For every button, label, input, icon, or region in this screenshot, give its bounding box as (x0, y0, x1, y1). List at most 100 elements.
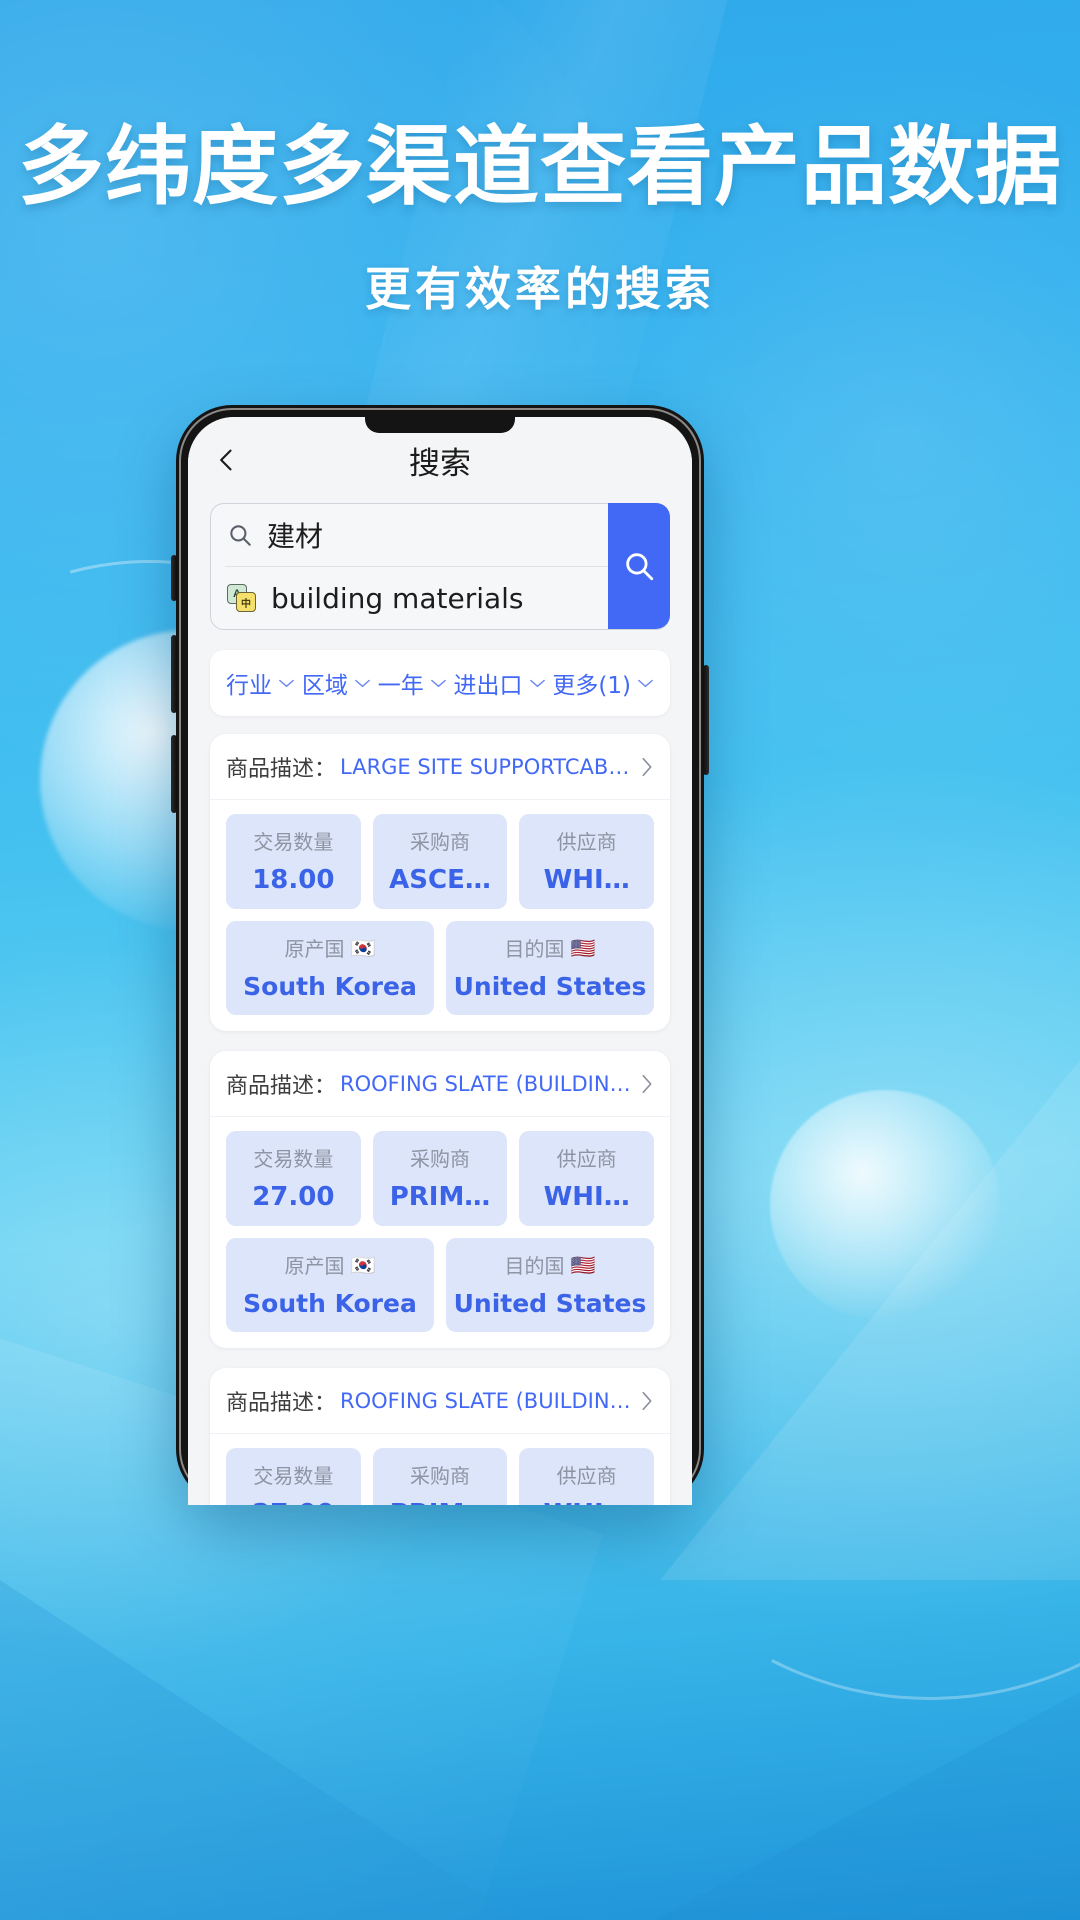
filter-bar: 行业 区域 一年 进出口 更多(1) (210, 650, 670, 716)
search-icon (626, 553, 654, 581)
search-suggestion-row[interactable]: A 中 building materials (211, 567, 669, 629)
back-button[interactable] (210, 443, 244, 477)
data-tile-label: 采购商 (379, 1460, 502, 1489)
data-tile: 采购商 PRIM… (372, 1448, 508, 1505)
data-tile-value: WHI… (543, 1182, 630, 1212)
data-tile: 采购商 PRIM… (372, 1131, 508, 1226)
data-tile-value: PRIM… (379, 1499, 502, 1505)
data-tile-label-text: 交易数量 (253, 1464, 334, 1488)
translate-icon: A 中 (227, 584, 257, 612)
phone-mockup: 搜索 建材 A 中 building material (171, 405, 709, 1505)
search-submit-button[interactable] (608, 503, 670, 629)
chevron-down-icon (529, 679, 545, 688)
hero-section: 多纬度多渠道查看产品数据 更有效率的搜索 (0, 120, 1080, 319)
filter-label: 一年 (377, 673, 424, 699)
data-tile-value: WHI… (543, 865, 630, 895)
result-card-tiles: 交易数量 18.00 采购商 ASCE… 供应商 WHI… 原产国 🇰🇷 South Kore… (210, 800, 670, 1031)
data-tile-label-text: 采购商 (410, 1147, 470, 1171)
metrics-row: 交易数量 27.00 采购商 PRIM… 供应商 WHI… (226, 1448, 655, 1505)
data-tile-value: PRIM… (389, 1182, 491, 1212)
data-tile: 原产国 🇰🇷 South Korea (226, 921, 434, 1015)
data-tile-value: South Korea (243, 972, 417, 1001)
data-tile-value: ASCE… (389, 865, 491, 895)
data-tile-label-text: 交易数量 (253, 830, 334, 854)
data-tile-value: United States (453, 972, 647, 1001)
data-tile-label: 交易数量 (232, 1460, 355, 1489)
data-tile-value: 18.00 (252, 865, 335, 895)
data-tile-label-text: 交易数量 (253, 1147, 334, 1171)
filter-item-4[interactable]: 更多(1) (552, 666, 654, 700)
data-tile-value: 27.00 (232, 1499, 355, 1505)
data-tile: 采购商 ASCE… (372, 814, 508, 909)
chevron-right-icon[interactable] (640, 1073, 654, 1095)
filter-label: 行业 (226, 673, 272, 699)
result-card-header[interactable]: 商品描述： ROOFING SLATE (BUILDING MATERIALS) (210, 1368, 670, 1434)
product-desc-label: 商品描述： (226, 756, 337, 782)
chevron-right-icon[interactable] (640, 756, 654, 778)
decor-triangle-bottom-right (580, 1660, 1080, 1920)
filter-item-0[interactable]: 行业 (226, 666, 295, 700)
data-tile-label-text: 采购商 (410, 1464, 470, 1488)
phone-button-mute (171, 555, 177, 601)
metrics-row: 交易数量 27.00 采购商 PRIM… 供应商 WHI… (226, 1131, 655, 1226)
data-tile-label-text: 目的国 (504, 937, 565, 961)
country-flag-icon: 🇰🇷 (350, 935, 376, 960)
phone-button-volume-up (171, 635, 177, 713)
chevron-down-icon (638, 679, 653, 688)
product-desc-value: ROOFING SLATE (BUILDING MATERIALS) (340, 1388, 632, 1413)
search-suggestion-text[interactable]: building materials (271, 582, 524, 615)
result-card-2[interactable]: 商品描述： ROOFING SLATE (BUILDING MATERIALS)… (210, 1368, 670, 1505)
decor-glow-right (770, 1090, 1000, 1320)
countries-row: 原产国 🇰🇷 South Korea 目的国 🇺🇸 United States (226, 921, 654, 1015)
data-tile-value: United States (453, 1289, 647, 1318)
data-tile-label: 目的国 🇺🇸 (452, 1250, 648, 1279)
hero-title: 多纬度多渠道查看产品数据 (18, 117, 1062, 217)
data-tile-label-text: 供应商 (556, 830, 617, 854)
chevron-right-icon[interactable] (640, 1390, 654, 1412)
country-flag-icon: 🇺🇸 (570, 1252, 596, 1277)
data-tile: 目的国 🇺🇸 United States (446, 1238, 654, 1332)
data-tile-label-text: 目的国 (504, 1254, 565, 1278)
data-tile: 交易数量 27.00 (226, 1448, 361, 1505)
translate-icon-target: 中 (236, 592, 256, 612)
data-tile-label: 采购商 (379, 1143, 502, 1172)
data-tile-label: 目的国 🇺🇸 (452, 933, 648, 962)
data-tile-label-text: 采购商 (410, 830, 470, 854)
decor-triangle-right (660, 1060, 1080, 1580)
data-tile-label: 供应商 (525, 1143, 648, 1172)
search-input[interactable]: 建材 (267, 515, 323, 555)
result-card-header[interactable]: 商品描述： LARGE SITE SUPPORTCABINET HPL3.1,… (210, 734, 670, 800)
result-card-header[interactable]: 商品描述： ROOFING SLATE (BUILDING MATERIALS) (210, 1051, 670, 1117)
data-tile-label: 采购商 (379, 826, 502, 855)
data-tile-value: 27.00 (252, 1182, 335, 1212)
phone-button-volume-down (171, 735, 177, 813)
filter-item-1[interactable]: 区域 (302, 666, 371, 700)
phone-notch (365, 417, 515, 433)
data-tile: 交易数量 27.00 (226, 1131, 361, 1226)
data-tile-label: 原产国 🇰🇷 (232, 1250, 428, 1279)
search-box[interactable]: 建材 A 中 building materials (210, 503, 670, 630)
filter-item-2[interactable]: 一年 (378, 666, 447, 700)
data-tile-label-text: 供应商 (556, 1147, 617, 1171)
chevron-left-icon (220, 449, 232, 471)
data-tile-label: 原产国 🇰🇷 (232, 933, 428, 962)
filter-label: 更多(1) (552, 673, 631, 699)
data-tile: 供应商 WHI… (519, 1448, 655, 1505)
decor-triangle-bottom-left (0, 1580, 520, 1920)
country-flag-icon: 🇰🇷 (350, 1252, 376, 1277)
results-list: 商品描述： LARGE SITE SUPPORTCABINET HPL3.1,…… (188, 734, 692, 1505)
data-tile: 原产国 🇰🇷 South Korea (226, 1238, 434, 1332)
data-tile-label-text: 原产国 (284, 1254, 345, 1278)
search-section: 建材 A 中 building materials (188, 503, 692, 630)
search-input-row[interactable]: 建材 (211, 504, 669, 566)
filter-item-3[interactable]: 进出口 (454, 666, 546, 700)
data-tile-label: 供应商 (525, 826, 648, 855)
data-tile-label: 交易数量 (232, 826, 355, 855)
data-tile: 供应商 WHI… (519, 1131, 655, 1226)
chevron-down-icon (279, 679, 294, 688)
product-desc-label: 商品描述： (226, 1073, 337, 1099)
product-desc-label: 商品描述： (226, 1390, 337, 1416)
phone-screen: 搜索 建材 A 中 building material (188, 417, 692, 1505)
result-card-1[interactable]: 商品描述： ROOFING SLATE (BUILDING MATERIALS)… (210, 1051, 670, 1348)
result-card-0[interactable]: 商品描述： LARGE SITE SUPPORTCABINET HPL3.1,…… (210, 734, 670, 1031)
